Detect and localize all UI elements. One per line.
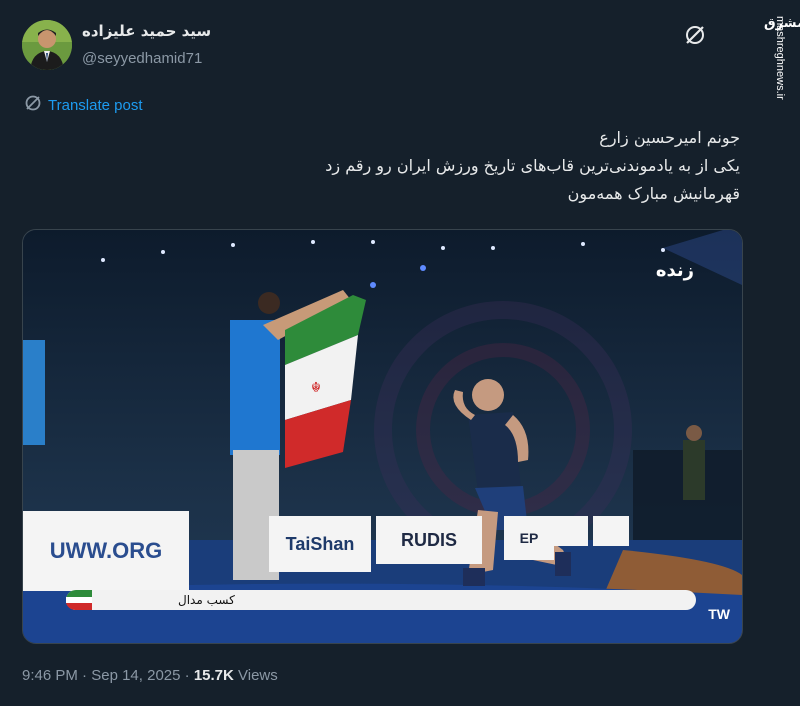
news-watermark: مشرق mashreghnews.ir — [762, 0, 800, 706]
post-text: جونم امیرحسین زارع یکی از به یادموندنی‌ت… — [140, 124, 740, 208]
post-meta: 9:46 PM · Sep 14, 2025 · 15.7K Views — [22, 667, 278, 684]
watermark-site: mashreghnews.ir — [774, 16, 786, 100]
post-time[interactable]: 9:46 PM — [22, 667, 78, 684]
post-line: قهرمانیش مبارک همه‌مون — [567, 184, 740, 203]
translate-label: Translate post — [48, 96, 143, 114]
channel-logo: زنده — [655, 260, 694, 281]
views-label: Views — [238, 667, 278, 684]
views-count: 15.7K — [193, 667, 234, 684]
meta-separator: · — [184, 667, 190, 684]
post-line: یکی از به یادموندنی‌ترین قاب‌های تاریخ و… — [325, 156, 740, 175]
post-date[interactable]: Sep 14, 2025 — [91, 667, 180, 684]
ad-banner: TaiShan — [269, 516, 371, 572]
post-line: جونم امیرحسین زارع — [599, 128, 740, 147]
grok-icon[interactable] — [684, 24, 706, 46]
tweet: سید حمید علیزاده @seyyedhamid71 Translat… — [0, 0, 762, 706]
translate-post-link[interactable]: Translate post — [24, 94, 143, 116]
ad-banner: RUDIS — [376, 516, 482, 564]
iran-flag-icon — [66, 590, 92, 614]
post-media-video[interactable]: ☬ زنده UWW.ORG TaiShan RUDIS EP کسب مدال… — [22, 229, 743, 644]
translate-icon — [24, 94, 42, 116]
meta-separator: · — [82, 667, 88, 684]
avatar[interactable] — [22, 20, 72, 70]
ad-banner: EP — [504, 516, 554, 560]
svg-text:☬: ☬ — [311, 380, 321, 396]
corner-tag: TW — [708, 606, 730, 622]
ad-banner — [548, 516, 588, 546]
author-handle[interactable]: @seyyedhamid71 — [82, 50, 202, 67]
lower-third-text: کسب مدال — [178, 593, 235, 607]
ad-banner — [593, 516, 629, 546]
author-display-name[interactable]: سید حمید علیزاده — [82, 22, 211, 40]
ad-banner: UWW.ORG — [23, 511, 189, 591]
lower-third-bar: کسب مدال — [66, 590, 696, 611]
